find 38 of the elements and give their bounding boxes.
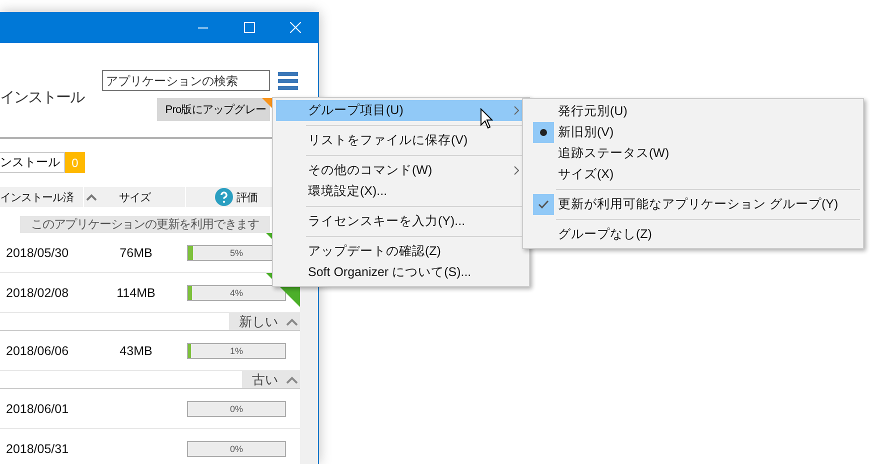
page-heading: インストール: [0, 88, 86, 106]
group-title: 新しい: [239, 312, 278, 330]
upgrade-button[interactable]: Pro版にアップグレー: [157, 98, 270, 121]
date-cell-text: 2018/05/31: [5, 442, 70, 456]
menu-item[interactable]: 環境設定(X)...: [276, 181, 526, 202]
menu-item[interactable]: その他のコマンド(W): [276, 160, 526, 181]
menu-item[interactable]: アップデートの確認(Z): [276, 241, 526, 262]
rating-text: 4%: [228, 286, 244, 300]
date-cell-text: 2018/02/08: [5, 286, 70, 300]
column-header[interactable]: インストール済: [0, 190, 74, 204]
rating-text: 1%: [228, 344, 244, 358]
date-cell-text: 2018/06/06: [5, 344, 70, 358]
menu-item[interactable]: ライセンスキーを入力(Y)...: [276, 211, 526, 232]
install-tab[interactable]: ンストール: [0, 152, 65, 173]
menu-item[interactable]: 新旧別(V): [526, 122, 860, 143]
menu-item[interactable]: サイズ(X): [526, 164, 860, 185]
size-cell: 114MB: [116, 286, 156, 300]
group-header[interactable]: 新しい: [229, 313, 300, 330]
menu-item[interactable]: 追跡ステータス(W): [526, 143, 860, 164]
count-badge: 0: [65, 152, 85, 173]
group-header[interactable]: 古い: [242, 371, 300, 388]
group-header: このアプリケーションの更新を利用できます: [20, 216, 270, 233]
date-cell-text: 2018/05/30: [5, 246, 70, 260]
group-title: 古い: [252, 370, 278, 388]
column-header[interactable]: 評価: [236, 190, 258, 204]
column-header[interactable]: サイズ: [118, 190, 150, 204]
menu-item[interactable]: リストをファイルに保存(V): [276, 130, 526, 151]
rating-text: 0%: [228, 402, 244, 416]
search-field[interactable]: アプリケーションの検索: [102, 70, 270, 91]
date-cell-text: 2018/06/01: [5, 402, 70, 416]
size-cell: 76MB: [120, 246, 152, 260]
menu-item[interactable]: グループなし(Z): [526, 224, 860, 245]
rating-text: 5%: [228, 246, 244, 260]
rating-text: 0%: [228, 442, 244, 456]
menu-item[interactable]: 更新が利用可能なアプリケーション グループ(Y): [526, 194, 860, 215]
menu-item[interactable]: Soft Organizer について(S)...: [276, 262, 526, 283]
size-cell: 43MB: [120, 344, 152, 358]
menu-item[interactable]: 発行元別(U): [526, 101, 860, 122]
